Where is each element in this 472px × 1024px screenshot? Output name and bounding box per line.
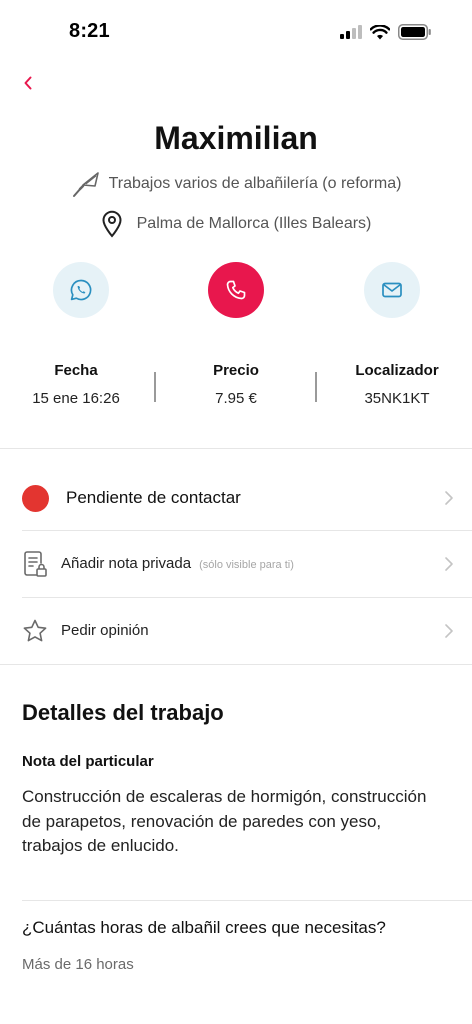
job-details-title: Detalles del trabajo: [22, 700, 224, 725]
battery-icon: [398, 24, 431, 40]
status-bar: 8:21: [0, 0, 472, 64]
private-note-label: Añadir nota privada (sólo visible para ti…: [61, 555, 294, 572]
stat-price: Precio 7.95 €: [166, 362, 306, 407]
private-note-row[interactable]: Añadir nota privada (sólo visible para ti…: [0, 531, 472, 597]
contact-status-row[interactable]: Pendiente de contactar: [0, 466, 472, 530]
email-button[interactable]: [364, 262, 420, 318]
chevron-right-icon: [445, 624, 453, 638]
stat-date-label: Fecha: [54, 362, 98, 379]
request-review-row[interactable]: Pedir opinión: [0, 598, 472, 664]
status-icons: [340, 24, 432, 40]
service-label: Trabajos varios de albañilería (o reform…: [108, 175, 402, 192]
contact-status-label: Pendiente de contactar: [66, 488, 241, 507]
contact-name: Maximilian: [154, 120, 318, 156]
back-button[interactable]: [16, 70, 40, 96]
chevron-right-icon: [445, 557, 453, 571]
chevron-left-icon: [24, 76, 32, 90]
stat-locator-label: Localizador: [355, 362, 439, 379]
call-button[interactable]: [208, 262, 264, 318]
wifi-icon: [370, 24, 390, 39]
mail-icon: [382, 282, 402, 298]
customer-note-body: Construcción de escaleras de hormigón, c…: [22, 787, 427, 855]
stat-separator: [154, 372, 156, 402]
location-label: Palma de Mallorca (Illes Balears): [136, 215, 372, 232]
chevron-right-icon: [445, 491, 453, 505]
divider: [22, 900, 472, 901]
request-review-label: Pedir opinión: [61, 622, 149, 639]
divider: [0, 448, 472, 449]
whatsapp-button[interactable]: [53, 262, 109, 318]
stat-separator: [315, 372, 317, 402]
whatsapp-icon: [70, 279, 92, 301]
stat-locator-value: 35NK1KT: [364, 390, 430, 407]
location-line: Palma de Mallorca (Illes Balears): [0, 210, 472, 238]
customer-note-title: Nota del particular: [22, 753, 154, 770]
stat-date: Fecha 15 ene 16:26: [6, 362, 146, 407]
status-indicator-dot: [22, 485, 49, 512]
status-time: 8:21: [69, 20, 110, 42]
private-note-hint: (sólo visible para ti): [199, 559, 294, 571]
stat-locator: Localizador 35NK1KT: [327, 362, 467, 407]
stat-price-value: 7.95 €: [215, 390, 257, 407]
job-question: ¿Cuántas horas de albañil crees que nece…: [22, 918, 386, 937]
job-answer: Más de 16 horas: [22, 956, 134, 973]
private-note-text: Añadir nota privada: [61, 555, 192, 572]
stat-date-value: 15 ene 16:26: [32, 390, 120, 407]
star-icon: [23, 619, 47, 642]
trowel-icon: [72, 172, 99, 197]
service-line: Trabajos varios de albañilería (o reform…: [0, 170, 472, 198]
cellular-signal-icon: [340, 25, 362, 39]
divider: [0, 664, 472, 665]
location-pin-icon: [102, 210, 122, 238]
note-lock-icon: [24, 551, 47, 577]
lead-stats: Fecha 15 ene 16:26 Precio 7.95 € Localiz…: [0, 362, 472, 422]
phone-icon: [226, 280, 246, 300]
stat-price-label: Precio: [213, 362, 259, 379]
